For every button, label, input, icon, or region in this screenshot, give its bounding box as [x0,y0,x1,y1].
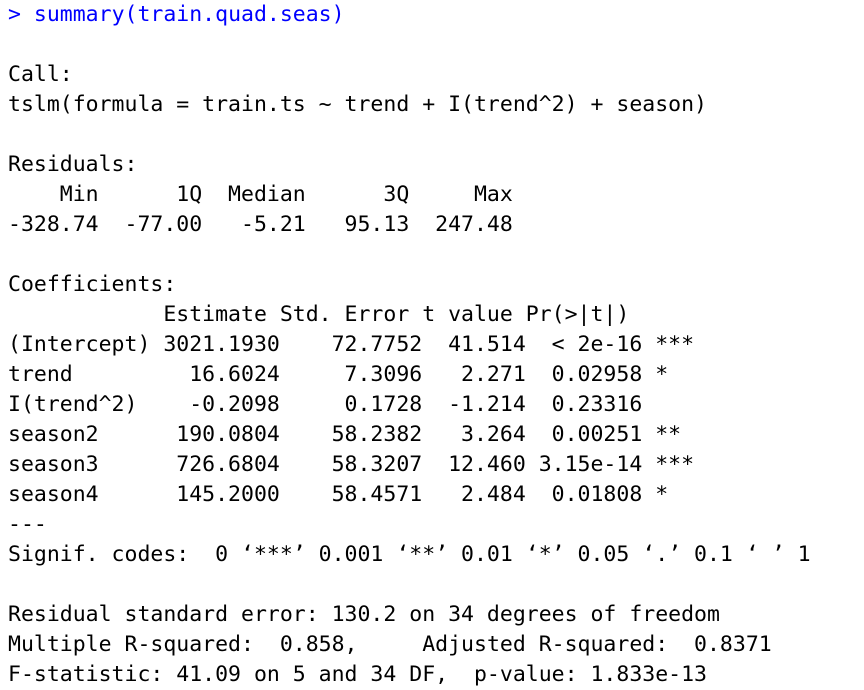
output-line: Multiple R-squared: 0.858, Adjusted R-sq… [8,632,785,657]
output-line: Signif. codes: 0 ‘***’ 0.001 ‘**’ 0.01 ‘… [8,542,811,567]
output-line: season2 190.0804 58.2382 3.264 0.00251 *… [8,422,695,447]
output-line: F-statistic: 41.09 on 5 and 34 DF, p-val… [8,662,707,687]
output-line: season4 145.2000 58.4571 2.484 0.01808 * [8,482,695,507]
command-text: summary(train.quad.seas) [33,2,345,27]
output-line: Coefficients: [8,272,177,297]
output-line: --- [8,512,47,537]
output-line: -328.74 -77.00 -5.21 95.13 247.48 [8,212,526,237]
output-line: trend 16.6024 7.3096 2.271 0.02958 * [8,362,695,387]
command-line: > summary(train.quad.seas) [8,0,864,30]
output-line: tslm(formula = train.ts ~ trend + I(tren… [8,92,707,117]
output-line: season3 726.6804 58.3207 12.460 3.15e-14… [8,452,695,477]
output-line: I(trend^2) -0.2098 0.1728 -1.214 0.23316 [8,392,695,417]
console-output: Call: tslm(formula = train.ts ~ trend + I… [8,30,864,690]
output-line: Residuals: [8,152,138,177]
output-line: (Intercept) 3021.1930 72.7752 41.514 < 2… [8,332,695,357]
output-line: Call: [8,62,73,87]
r-console[interactable]: > summary(train.quad.seas) Call: tslm(for… [0,0,864,687]
output-line: Residual standard error: 130.2 on 34 deg… [8,602,720,627]
output-line: Min 1Q Median 3Q Max [8,182,526,207]
prompt-symbol: > [8,2,21,27]
output-line: Estimate Std. Error t value Pr(>|t|) [8,302,682,327]
